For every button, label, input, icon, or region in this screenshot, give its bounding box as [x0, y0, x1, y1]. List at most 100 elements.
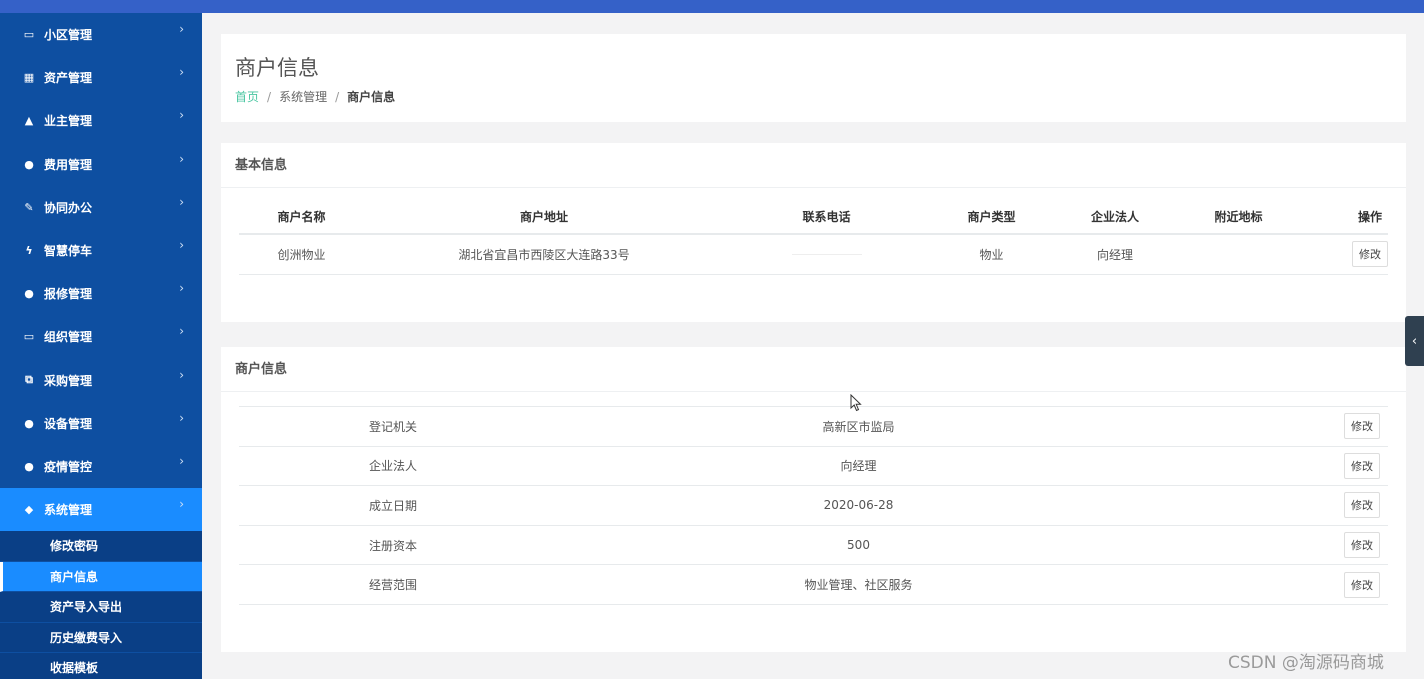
sidebar-item-office[interactable]: ✎ 协同办公 › — [0, 186, 202, 229]
field-value: 高新区市监局 — [489, 406, 1328, 447]
sidebar-item-label: 资产管理 — [44, 71, 93, 86]
table-row: 登记机关 高新区市监局 修改 — [239, 406, 1388, 447]
table-row: 成立日期 2020-06-28 修改 — [239, 485, 1388, 526]
actions-cell: 修改 — [1328, 446, 1388, 487]
page-title: 商户信息 — [235, 56, 319, 80]
merchant-info-title: 商户信息 — [221, 347, 1406, 392]
sidebar-item-label: 系统管理 — [44, 503, 93, 518]
sidebar-item-assets[interactable]: ▦ 资产管理 › — [0, 56, 202, 99]
sidebar-subitem-merchant-info[interactable]: 商户信息 — [0, 561, 202, 593]
breadcrumb-system: 系统管理 — [279, 90, 328, 104]
globe-icon: ● — [24, 287, 34, 301]
edit-registered-capital-button[interactable]: 修改 — [1344, 532, 1380, 559]
column-header-actions: 操作 — [1301, 200, 1388, 235]
sidebar-subitem-change-password[interactable]: 修改密码 — [0, 531, 202, 562]
table-header-row: 商户名称 商户地址 联系电话 商户类型 企业法人 附近地标 操作 — [239, 200, 1388, 235]
legal-person-cell: 向经理 — [1054, 234, 1176, 275]
redacted-phone — [791, 254, 862, 256]
watermark: CSDN @淘源码商城 — [1228, 653, 1384, 673]
chevron-right-icon: › — [179, 497, 184, 512]
chevron-right-icon: › — [179, 151, 184, 166]
globe-icon: ● — [24, 416, 34, 430]
table-row: 企业法人 向经理 修改 — [239, 446, 1388, 487]
collapse-panel-toggle[interactable]: ‹ — [1405, 316, 1424, 366]
field-label: 登记机关 — [239, 406, 489, 447]
sidebar-item-label: 设备管理 — [44, 416, 93, 431]
sidebar-item-owners[interactable]: ▲ 业主管理 › — [0, 99, 202, 142]
actions-cell: 修改 — [1301, 234, 1388, 275]
globe-icon: ● — [24, 459, 34, 473]
column-header-phone: 联系电话 — [724, 200, 929, 235]
sidebar-item-system[interactable]: ◆ 系统管理 › — [0, 488, 202, 532]
field-label: 经营范围 — [239, 564, 489, 605]
actions-cell: 修改 — [1328, 564, 1388, 605]
merchant-info-card: 商户信息 登记机关 高新区市监局 修改 企业法人 向经理 修改 成立日期 202… — [221, 347, 1406, 652]
edit-registration-authority-button[interactable]: 修改 — [1344, 413, 1380, 440]
column-header-type: 商户类型 — [929, 200, 1054, 235]
edit-icon: ✎ — [24, 200, 34, 214]
sidebar-item-epidemic[interactable]: ● 疫情管控 › — [0, 445, 202, 488]
desktop-icon: ▭ — [23, 330, 35, 344]
sidebar-item-repair[interactable]: ● 报修管理 › — [0, 272, 202, 315]
actions-cell: 修改 — [1328, 525, 1388, 566]
chevron-left-icon: ‹ — [1411, 333, 1418, 349]
column-header-legal-person: 企业法人 — [1054, 200, 1176, 235]
merchant-info-table: 登记机关 高新区市监局 修改 企业法人 向经理 修改 成立日期 2020-06-… — [239, 406, 1388, 605]
table-row: 创洲物业 湖北省宜昌市西陵区大连路33号 物业 向经理 修改 — [239, 234, 1388, 275]
edit-basic-info-button[interactable]: 修改 — [1352, 241, 1388, 268]
sidebar-item-label: 采购管理 — [44, 373, 93, 388]
landmark-cell — [1176, 234, 1301, 275]
chevron-right-icon: › — [179, 281, 184, 296]
chevron-right-icon: › — [179, 237, 184, 252]
field-value: 500 — [489, 525, 1328, 566]
actions-cell: 修改 — [1328, 485, 1388, 526]
column-header-landmark: 附近地标 — [1176, 200, 1301, 235]
breadcrumb-home-link[interactable]: 首页 — [235, 90, 259, 104]
edit-legal-person-button[interactable]: 修改 — [1344, 452, 1380, 479]
basic-info-table: 商户名称 商户地址 联系电话 商户类型 企业法人 附近地标 操作 创洲物业 湖北… — [239, 200, 1388, 275]
table-row: 注册资本 500 修改 — [239, 525, 1388, 566]
sidebar-item-parking[interactable]: ϟ 智慧停车 › — [0, 229, 202, 272]
field-label: 成立日期 — [239, 485, 489, 526]
breadcrumb-separator: / — [267, 90, 272, 104]
field-value: 向经理 — [489, 446, 1328, 487]
flask-icon: ▲ — [24, 114, 34, 128]
merchant-type-cell: 物业 — [929, 234, 1054, 275]
grid-icon: ▦ — [23, 71, 35, 85]
actions-cell: 修改 — [1328, 406, 1388, 447]
sidebar-item-label: 疫情管控 — [44, 459, 93, 474]
globe-icon: ● — [24, 157, 34, 171]
column-header-name: 商户名称 — [239, 200, 364, 235]
sidebar-item-fees[interactable]: ● 费用管理 › — [0, 143, 202, 186]
breadcrumb: 首页 / 系统管理 / 商户信息 — [235, 88, 395, 105]
page-header: 商户信息 首页 / 系统管理 / 商户信息 — [221, 34, 1406, 122]
table-row: 经营范围 物业管理、社区服务 修改 — [239, 564, 1388, 605]
chevron-right-icon: › — [179, 65, 184, 80]
sidebar-item-label: 费用管理 — [44, 157, 93, 172]
field-value: 2020-06-28 — [489, 485, 1328, 526]
field-value: 物业管理、社区服务 — [489, 564, 1328, 605]
sidebar-item-equipment[interactable]: ● 设备管理 › — [0, 402, 202, 445]
edit-founding-date-button[interactable]: 修改 — [1344, 492, 1380, 519]
sidebar-item-label: 业主管理 — [44, 114, 93, 129]
sidebar-item-label: 智慧停车 — [44, 244, 93, 259]
sidebar-item-organization[interactable]: ▭ 组织管理 › — [0, 315, 202, 358]
diamond-icon: ◆ — [24, 503, 34, 517]
chevron-right-icon: › — [179, 22, 184, 36]
chevron-right-icon: › — [179, 453, 184, 468]
sidebar-item-label: 报修管理 — [44, 287, 93, 302]
sidebar-subitem-receipt-template[interactable]: 收据模板 — [0, 653, 202, 679]
sidebar-item-community[interactable]: ▭ 小区管理 › — [0, 13, 202, 56]
merchant-address-cell: 湖北省宜昌市西陵区大连路33号 — [364, 234, 724, 275]
sidebar-subitem-asset-import-export[interactable]: 资产导入导出 — [0, 592, 202, 623]
chevron-right-icon: › — [179, 367, 184, 382]
sidebar-item-purchasing[interactable]: ⧉ 采购管理 › — [0, 359, 202, 402]
chevron-right-icon: › — [179, 324, 184, 339]
mouse-cursor-icon — [850, 394, 862, 412]
field-label: 企业法人 — [239, 446, 489, 487]
sidebar-subitem-payment-history-import[interactable]: 历史缴费导入 — [0, 622, 202, 654]
top-bar — [0, 0, 1424, 13]
basic-info-title: 基本信息 — [221, 143, 1406, 188]
edit-business-scope-button[interactable]: 修改 — [1344, 571, 1380, 598]
chevron-right-icon: › — [179, 194, 184, 209]
